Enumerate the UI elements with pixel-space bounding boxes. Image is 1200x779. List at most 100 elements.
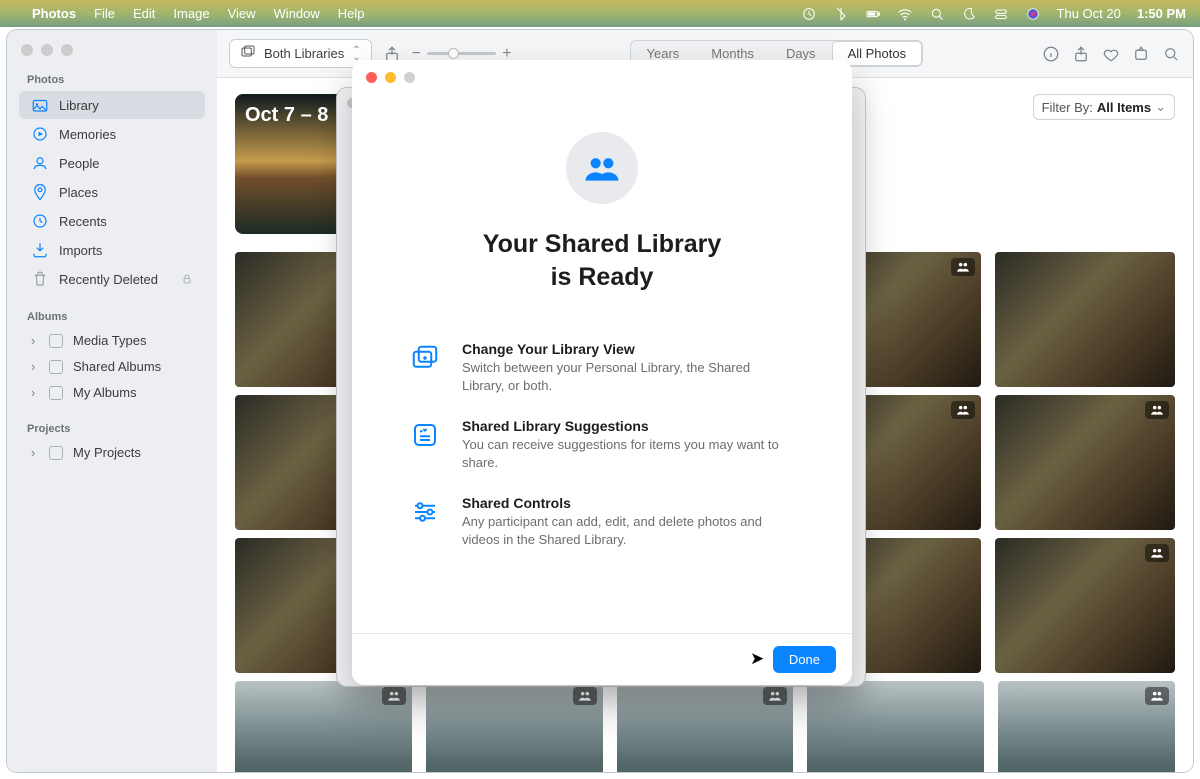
sidebar-item-people[interactable]: People [19,149,205,177]
sidebar-item-recently-deleted[interactable]: Recently Deleted [19,265,205,293]
recents-icon [31,212,49,230]
sidebar-item-shared-albums[interactable]: › Shared Albums [19,354,205,379]
edit-menu[interactable]: Edit [133,6,155,21]
photo-tile[interactable] [995,395,1175,530]
favorite-icon[interactable] [1101,44,1121,64]
file-menu[interactable]: File [94,6,115,21]
search-icon[interactable] [1161,44,1181,64]
shared-library-ready-dialog: Your Shared Library is Ready Change Your… [352,60,852,685]
siri-icon[interactable] [1025,6,1041,22]
menubar-time[interactable]: 1:50 PM [1137,6,1186,21]
memories-icon [31,125,49,143]
photo-tile[interactable] [235,681,412,773]
image-menu[interactable]: Image [173,6,209,21]
export-icon[interactable] [1071,44,1091,64]
shared-badge-icon [1145,544,1169,562]
sidebar-item-my-albums[interactable]: › My Albums [19,380,205,405]
sidebar-item-label: My Projects [73,445,141,460]
sidebar-item-label: Recents [59,214,107,229]
sidebar-item-recents[interactable]: Recents [19,207,205,235]
date-label: Oct 7 – 8 [245,104,328,127]
shared-badge-icon [763,687,787,705]
library-group-icon [240,44,256,63]
battery-icon[interactable] [865,6,881,22]
dialog-title-line1: Your Shared Library [483,228,722,261]
imports-icon [31,241,49,259]
trash-icon [31,270,49,288]
window-menu[interactable]: Window [274,6,320,21]
feature-desc: Any participant can add, edit, and delet… [462,513,794,548]
spotlight-icon[interactable] [929,6,945,22]
control-center-icon[interactable] [993,6,1009,22]
photo-tile[interactable] [807,681,984,773]
sidebar-item-memories[interactable]: Memories [19,120,205,148]
system-menubar: Photos File Edit Image View Window Help … [0,0,1200,27]
chevron-right-icon: › [31,445,39,460]
lock-icon [181,273,193,285]
sidebar-item-places[interactable]: Places [19,178,205,206]
sidebar-item-label: Media Types [73,333,146,348]
photo-tile[interactable] [995,252,1175,387]
library-view-icon [410,341,444,394]
shared-badge-icon [573,687,597,705]
sidebar-item-label: Imports [59,243,102,258]
help-menu[interactable]: Help [338,6,365,21]
library-toggle-label: Both Libraries [264,46,344,61]
dnd-icon[interactable] [961,6,977,22]
feature-desc: Switch between your Personal Library, th… [462,359,794,394]
dialog-traffic-lights[interactable] [366,72,415,83]
sidebar-item-label: My Albums [73,385,137,400]
chevron-right-icon: › [31,385,39,400]
sidebar-header-photos: Photos [15,70,209,90]
chevron-right-icon: › [31,359,39,374]
library-toggle[interactable]: Both Libraries ⌃⌄ [229,39,372,68]
sidebar-item-label: People [59,156,99,171]
sidebar: Photos Library Memories People Places Re… [7,30,217,773]
places-icon [31,183,49,201]
sidebar-item-label: Memories [59,127,116,142]
people-icon [31,154,49,172]
sidebar-item-library[interactable]: Library [19,91,205,119]
feature-desc: You can receive suggestions for items yo… [462,436,794,471]
shared-badge-icon [1145,401,1169,419]
filter-label: Filter By: [1042,100,1093,115]
sidebar-header-projects: Projects [15,419,209,439]
view-menu[interactable]: View [228,6,256,21]
sidebar-item-imports[interactable]: Imports [19,236,205,264]
shared-badge-icon [1145,687,1169,705]
sidebar-item-my-projects[interactable]: › My Projects [19,440,205,465]
sidebar-item-label: Places [59,185,98,200]
chevron-right-icon: › [31,333,39,348]
done-button[interactable]: Done [773,646,836,673]
shared-badge-icon [951,258,975,276]
photo-tile[interactable] [995,538,1175,673]
library-icon [31,96,49,114]
sidebar-item-label: Recently Deleted [59,272,158,287]
feature-title: Change Your Library View [462,341,794,357]
info-icon[interactable] [1041,44,1061,64]
photo-tile[interactable] [617,681,794,773]
feature-title: Shared Library Suggestions [462,418,794,434]
controls-icon [410,495,444,548]
filter-by[interactable]: Filter By: All Items ⌄ [1033,94,1175,120]
shared-people-icon [566,132,638,204]
window-traffic-lights[interactable] [21,44,203,56]
sidebar-header-albums: Albums [15,307,209,327]
sidebar-item-media-types[interactable]: › Media Types [19,328,205,353]
sidebar-item-label: Shared Albums [73,359,161,374]
time-machine-icon[interactable] [801,6,817,22]
wifi-icon[interactable] [897,6,913,22]
shared-badge-icon [382,687,406,705]
rotate-icon[interactable] [1131,44,1151,64]
chevron-updown-icon: ⌃⌄ [352,47,360,61]
dialog-title-line2: is Ready [483,261,722,294]
sidebar-item-label: Library [59,98,99,113]
photo-tile[interactable] [998,681,1175,773]
bluetooth-icon[interactable] [833,6,849,22]
filter-value: All Items [1097,100,1151,115]
chevron-down-icon: ⌄ [1155,99,1166,115]
menubar-date[interactable]: Thu Oct 20 [1057,6,1121,21]
photo-tile[interactable] [426,681,603,773]
feature-title: Shared Controls [462,495,794,511]
app-menu[interactable]: Photos [32,6,76,21]
